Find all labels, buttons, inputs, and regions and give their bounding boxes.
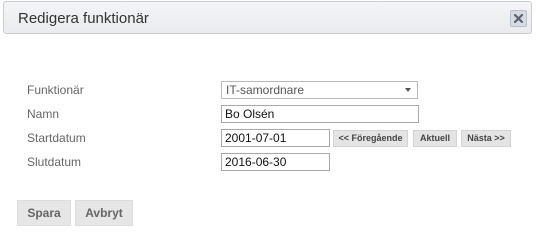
close-button[interactable] bbox=[510, 10, 527, 27]
close-icon bbox=[514, 14, 523, 23]
save-button[interactable]: Spara bbox=[17, 200, 71, 226]
funktionar-value: IT-samordnare bbox=[226, 83, 305, 97]
slutdatum-label: Slutdatum bbox=[27, 155, 82, 169]
chevron-down-icon bbox=[405, 88, 411, 92]
next-button[interactable]: Nästa >> bbox=[461, 130, 511, 147]
dialog-title: Redigera funktionär bbox=[18, 10, 149, 27]
namn-input[interactable] bbox=[221, 105, 419, 123]
funktionar-select[interactable]: IT-samordnare bbox=[221, 81, 418, 99]
funktionar-label: Funktionär bbox=[27, 83, 84, 97]
current-button[interactable]: Aktuell bbox=[413, 130, 457, 147]
cancel-button[interactable]: Avbryt bbox=[75, 200, 133, 226]
startdatum-input[interactable] bbox=[221, 129, 330, 147]
edit-dialog: Redigera funktionär Funktionär IT-samord… bbox=[0, 0, 536, 238]
previous-button[interactable]: << Föregående bbox=[333, 130, 408, 147]
slutdatum-input[interactable] bbox=[221, 153, 330, 171]
dialog-titlebar: Redigera funktionär bbox=[3, 1, 532, 34]
startdatum-label: Startdatum bbox=[27, 131, 86, 145]
namn-label: Namn bbox=[27, 107, 60, 121]
